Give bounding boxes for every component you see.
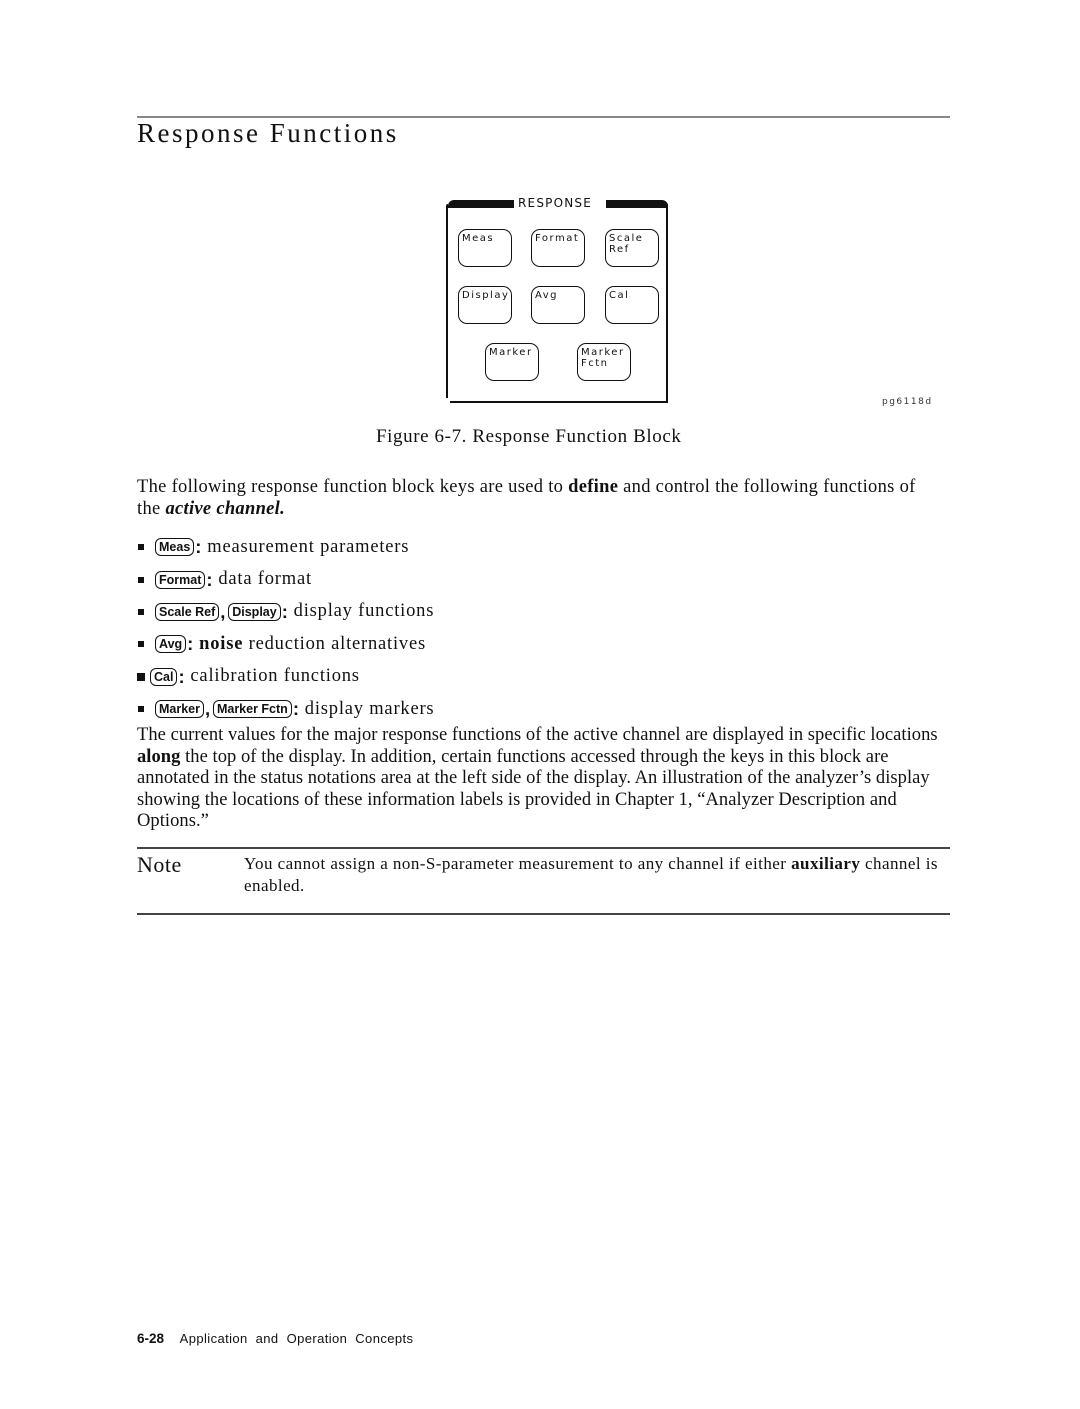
bullet-icon [138, 576, 144, 583]
list-item-text: display functions [293, 601, 435, 622]
bullet-icon [138, 641, 144, 648]
bold-noise: noise [199, 633, 244, 654]
note-bold-auxiliary: auxiliary [791, 854, 861, 873]
list-item: Avg: noise reduction alternatives [137, 628, 837, 660]
hardkey-display[interactable]: Display [228, 602, 281, 621]
colon: : [178, 665, 186, 687]
note-rule-top [137, 847, 950, 849]
key-marker-fctn[interactable]: Marker Fctn [577, 343, 631, 381]
paragraph-text: The current values for the major respons… [137, 725, 938, 745]
list-item-text: measurement parameters [207, 536, 410, 557]
panel-top-bar-right [606, 200, 668, 208]
colon: : [292, 698, 300, 720]
panel-top-bar-left [448, 200, 514, 208]
list-item: Scale Ref, Display: display functions [137, 596, 837, 628]
figure-caption: Figure 6-7. Response Function Block [376, 426, 682, 447]
key-scale-ref[interactable]: Scale Ref [605, 229, 659, 267]
key-avg[interactable]: Avg [531, 286, 585, 324]
bullet-icon [138, 706, 144, 713]
list-item: Meas: measurement parameters [137, 531, 837, 563]
colon: : [187, 633, 195, 655]
note-text: You cannot assign a non-S-parameter meas… [244, 853, 944, 897]
page-footer: 6-28 Application and Operation Concepts [137, 1331, 413, 1346]
list-item: Marker, Marker Fctn: display markers [137, 693, 837, 725]
intro-text: The following response function block ke… [137, 477, 569, 497]
bullet-icon [137, 672, 145, 681]
body-paragraph: The current values for the major respons… [137, 725, 947, 833]
section-title: Response Functions [137, 118, 399, 148]
list-item-text-rest: reduction alternatives [243, 633, 426, 654]
bullet-icon [138, 544, 144, 551]
key-marker[interactable]: Marker [485, 343, 539, 381]
list-item: Format: data format [137, 563, 837, 595]
list-item-text: noise reduction alternatives [199, 634, 426, 655]
colon: : [281, 600, 289, 622]
key-display[interactable]: Display [458, 286, 512, 324]
separator: , [220, 600, 227, 622]
paragraph-bold-along: along [137, 746, 181, 767]
intro-paragraph: The following response function block ke… [137, 477, 937, 520]
hardkey-cal[interactable]: Cal [150, 667, 178, 686]
hardkey-meas[interactable]: Meas [155, 538, 195, 557]
page-number: 6-28 [137, 1331, 165, 1346]
list-item: Cal: calibration functions [137, 661, 837, 693]
hardkey-format[interactable]: Format [155, 570, 206, 589]
colon: : [195, 536, 203, 558]
panel-border-bottom [450, 401, 668, 403]
panel-title: RESPONSE [518, 196, 592, 210]
separator: , [205, 698, 211, 720]
note-rule-bottom [137, 913, 950, 915]
panel-border-left [446, 204, 448, 398]
hardkey-marker-fctn[interactable]: Marker Fctn [212, 700, 292, 719]
response-block-figure: RESPONSE Meas Format Scale Ref Display A… [446, 196, 668, 403]
footer-section-name: Application and Operation Concepts [179, 1331, 414, 1346]
intro-active-channel: active channel. [165, 498, 286, 519]
key-cal[interactable]: Cal [605, 286, 659, 324]
bullet-icon [138, 608, 144, 615]
list-item-text: display markers [304, 698, 435, 719]
hardkey-avg[interactable]: Avg [155, 635, 187, 654]
list-item-text: data format [218, 569, 312, 590]
note-text-start: You cannot assign a non-S-parameter meas… [244, 854, 792, 873]
list-item-text: calibration functions [190, 666, 360, 687]
colon: : [206, 568, 214, 590]
hardkey-scale-ref[interactable]: Scale Ref [155, 602, 220, 621]
function-list: Meas: measurement parameters Format: dat… [137, 531, 837, 725]
panel-border-right [666, 204, 668, 402]
note-label: Note [137, 852, 182, 877]
figure-code: pg6118d [882, 397, 933, 407]
hardkey-marker[interactable]: Marker [155, 700, 204, 719]
key-format[interactable]: Format [531, 229, 585, 267]
key-meas[interactable]: Meas [458, 229, 512, 267]
intro-bold-define: define [568, 477, 619, 497]
paragraph-text-rest: the top of the display. In addition, cer… [137, 746, 930, 832]
